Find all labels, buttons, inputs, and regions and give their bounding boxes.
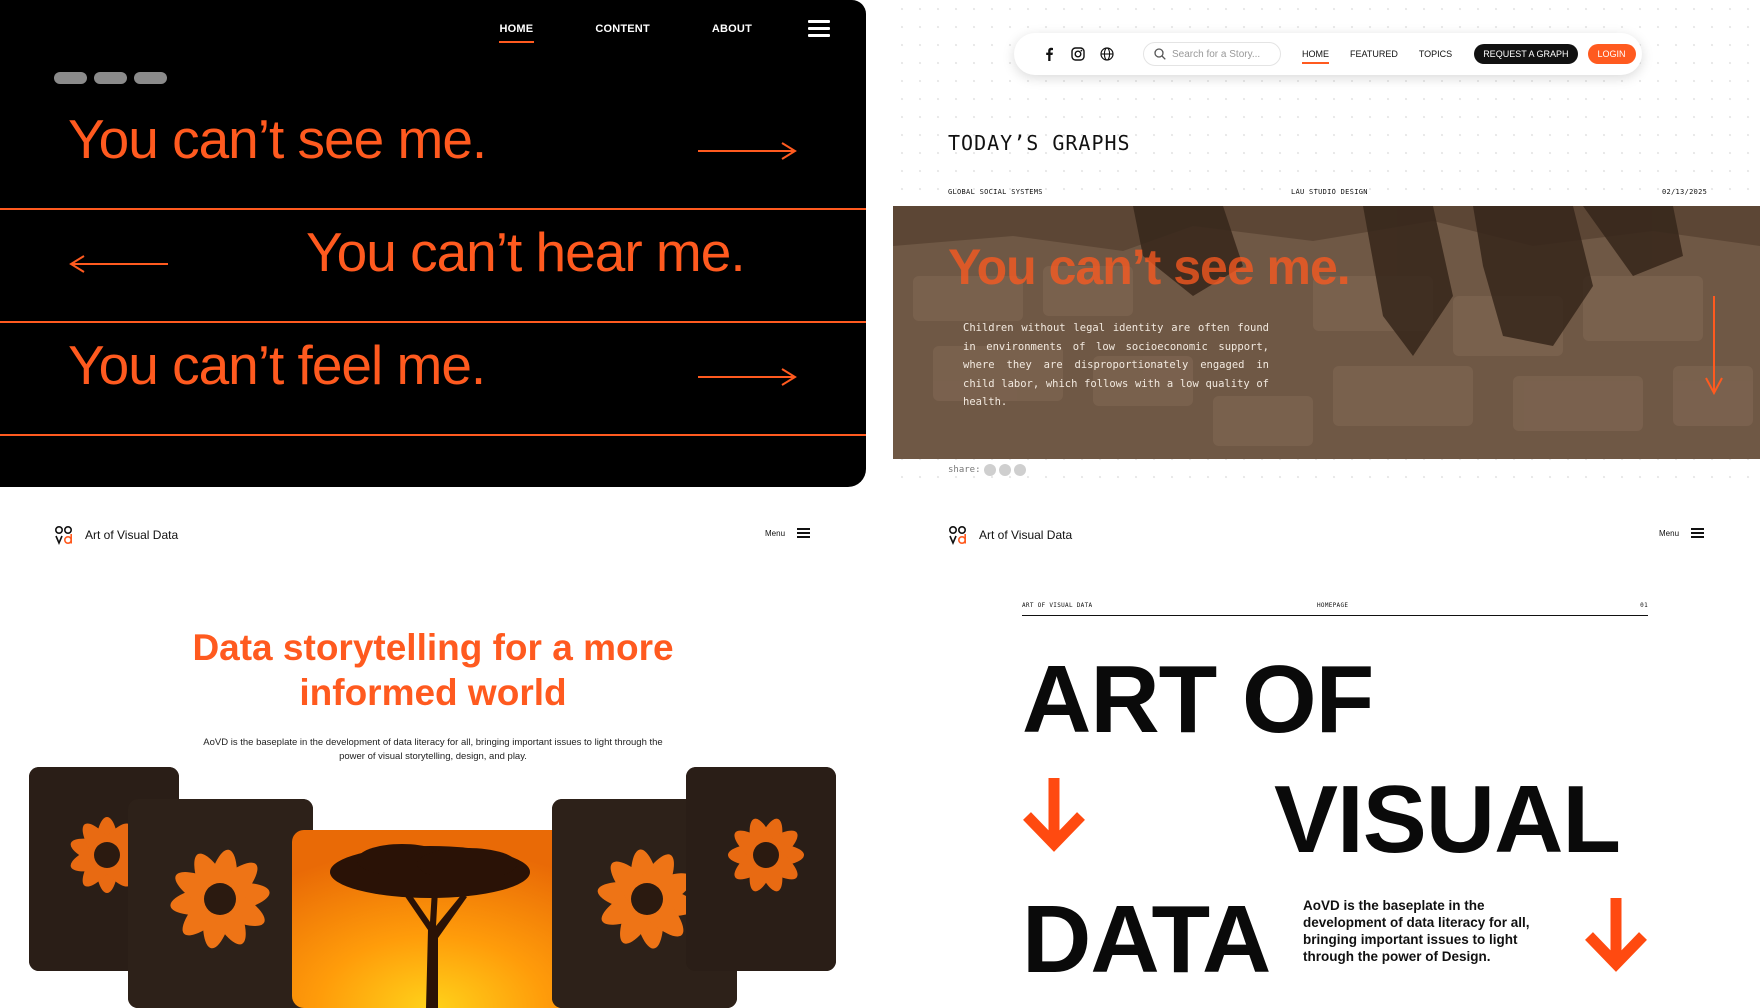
meta-site: ART OF VISUAL DATA — [1022, 602, 1093, 609]
meta-author: LAU STUDIO DESIGN — [1291, 188, 1368, 196]
top-nav: HOME CONTENT ABOUT — [438, 20, 830, 43]
statement-text: You can’t hear me. — [306, 221, 746, 283]
brand-name: Art of Visual Data — [85, 528, 179, 542]
statement-row[interactable]: You can’t hear me. — [0, 210, 866, 323]
hero-headline: Data storytelling for a more informed wo… — [0, 625, 866, 715]
nav-featured[interactable]: FEATURED — [1350, 49, 1398, 59]
brand-logo[interactable]: Art of Visual Data — [54, 524, 178, 546]
flower-image — [128, 799, 313, 1008]
pill-indicator[interactable] — [134, 72, 167, 84]
facebook-icon[interactable] — [1042, 47, 1056, 61]
hero-word: VISUAL — [1274, 766, 1621, 873]
hero-word: ART OF — [1022, 646, 1374, 753]
request-graph-button[interactable]: REQUEST A GRAPH — [1474, 44, 1578, 64]
menu-label: Menu — [1659, 528, 1680, 538]
login-button[interactable]: LOGIN — [1587, 44, 1636, 64]
search-icon — [1154, 48, 1166, 60]
search-input[interactable]: Search for a Story... — [1143, 42, 1281, 66]
nav-content[interactable]: CONTENT — [595, 23, 650, 35]
arrow-down-icon[interactable] — [1583, 898, 1649, 974]
headline-line: Data storytelling for a more — [192, 627, 674, 668]
brand-name: Art of Visual Data — [979, 528, 1073, 542]
statement-text: You can’t feel me. — [68, 334, 486, 396]
floating-navbar: Search for a Story... HOME FEATURED TOPI… — [1014, 33, 1642, 75]
meta-page: HOMEPAGE — [1317, 602, 1349, 609]
menu-label: Menu — [765, 528, 786, 538]
lead-paragraph: AoVD is the baseplate in the development… — [203, 737, 663, 762]
brand-logo[interactable]: Art of Visual Data — [948, 524, 1072, 546]
share-icon[interactable] — [1013, 464, 1026, 476]
meta-row: ART OF VISUAL DATA HOMEPAGE 01 — [1022, 602, 1648, 616]
section-title: TODAY’S GRAPHS — [948, 131, 1131, 155]
storytelling-panel: Art of Visual Data Menu Data storytellin… — [0, 510, 866, 1008]
menu-toggle[interactable]: Menu — [1659, 528, 1705, 538]
aovd-logo-icon — [54, 525, 73, 546]
story-photo[interactable]: You can’t see me. Children without legal… — [893, 206, 1760, 459]
hamburger-menu-icon — [1691, 528, 1705, 538]
instagram-icon[interactable] — [1071, 47, 1085, 61]
hamburger-menu-icon — [797, 528, 811, 538]
flower-card[interactable] — [128, 799, 313, 1008]
headline-line: informed world — [299, 672, 567, 713]
arrow-left-icon[interactable] — [68, 254, 168, 274]
arrow-right-icon[interactable] — [698, 141, 798, 161]
menu-toggle[interactable]: Menu — [765, 528, 811, 538]
arrow-down-icon[interactable] — [1702, 296, 1726, 396]
pill-indicator[interactable] — [94, 72, 127, 84]
share-label: share: — [948, 465, 981, 475]
tree-image — [292, 830, 572, 1008]
share-row: share: — [948, 464, 1026, 476]
statement-text: You can’t see me. — [68, 108, 487, 170]
share-icon[interactable] — [983, 464, 996, 476]
photo-overlay-title: You can’t see me. — [948, 239, 1351, 295]
hero-panel: HOME CONTENT ABOUT You can’t see me. You… — [0, 0, 866, 487]
arrow-down-icon[interactable] — [1021, 778, 1087, 854]
homepage-panel: Art of Visual Data Menu ART OF VISUAL DA… — [893, 510, 1760, 1008]
arrow-right-icon[interactable] — [698, 367, 798, 387]
hero-word: DATA — [1022, 886, 1271, 993]
meta-date: 02/13/2025 — [1662, 188, 1708, 196]
nav-about[interactable]: ABOUT — [712, 23, 752, 35]
pagination-pills — [54, 72, 174, 84]
flower-image — [686, 767, 836, 971]
meta-category: GLOBAL SOCIAL SYSTEMS — [948, 188, 1043, 196]
meta-index: 01 — [1640, 602, 1648, 609]
hero-description: AoVD is the baseplate in the development… — [1303, 898, 1530, 964]
nav-home[interactable]: HOME — [1302, 49, 1329, 64]
globe-icon[interactable] — [1100, 47, 1114, 61]
search-placeholder: Search for a Story... — [1172, 48, 1261, 60]
nav-home[interactable]: HOME — [498, 23, 535, 43]
flower-card[interactable] — [686, 767, 836, 971]
share-icon[interactable] — [998, 464, 1011, 476]
aovd-logo-icon — [948, 525, 967, 546]
story-body: Children without legal identity are ofte… — [963, 322, 1269, 408]
statement-row[interactable]: You can’t feel me. — [0, 323, 866, 436]
pill-indicator[interactable] — [54, 72, 87, 84]
statement-row[interactable]: You can’t see me. — [0, 97, 866, 210]
graphs-panel: Search for a Story... HOME FEATURED TOPI… — [893, 0, 1760, 487]
nav-topics[interactable]: TOPICS — [1419, 49, 1452, 59]
hamburger-menu-icon[interactable] — [808, 20, 830, 38]
tree-card[interactable] — [292, 830, 572, 1008]
